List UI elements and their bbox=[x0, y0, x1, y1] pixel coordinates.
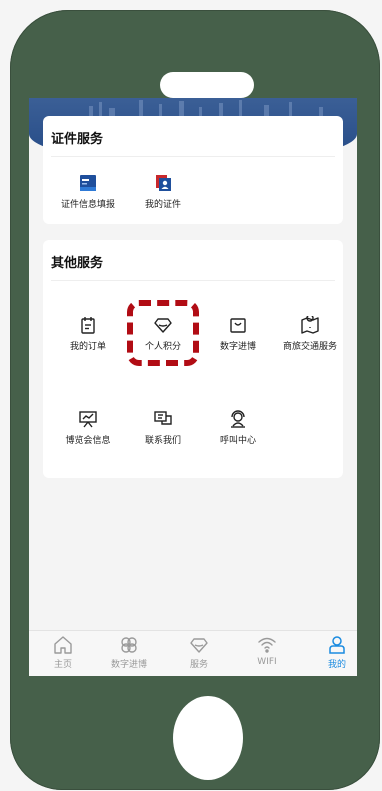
cert-info-entry[interactable]: 证件信息填报 bbox=[53, 174, 123, 210]
call-center-label: 呼叫中心 bbox=[219, 436, 256, 446]
my-certificate-label: 我的证件 bbox=[144, 200, 181, 210]
expo-info-label: 博览会信息 bbox=[65, 436, 111, 446]
tab-wifi[interactable]: WIFI bbox=[239, 635, 295, 667]
my-certificate[interactable]: 我的证件 bbox=[128, 174, 198, 210]
call-center[interactable]: 呼叫中心 bbox=[203, 410, 273, 446]
wifi-icon bbox=[258, 637, 276, 653]
id-card-icon bbox=[80, 175, 96, 191]
tab-services[interactable]: 服务 bbox=[171, 635, 227, 670]
divider bbox=[51, 156, 335, 157]
digital-ciie-label: 数字进博 bbox=[219, 342, 256, 352]
cert-info-entry-label: 证件信息填报 bbox=[60, 200, 115, 210]
user-icon bbox=[329, 636, 345, 654]
business-travel-service[interactable]: 商旅交通服务 bbox=[275, 316, 345, 352]
cert-services-card: 证件服务 证件信息填报 我的证件 bbox=[43, 116, 343, 224]
tab-mine-label: 我的 bbox=[327, 660, 346, 670]
phone-home-button[interactable] bbox=[173, 696, 243, 780]
app-screen: 证件服务 证件信息填报 我的证件 其他服务 我的订单 个人积分 数字进博 商旅交… bbox=[29, 98, 357, 676]
diamond-icon bbox=[190, 638, 208, 653]
my-orders-label: 我的订单 bbox=[69, 342, 106, 352]
tab-services-label: 服务 bbox=[189, 660, 208, 670]
expo-info[interactable]: 博览会信息 bbox=[53, 410, 123, 446]
annotation-highlight-box bbox=[127, 300, 199, 366]
contact-us-label: 联系我们 bbox=[144, 436, 181, 446]
other-services-title: 其他服务 bbox=[51, 256, 104, 271]
home-icon bbox=[54, 636, 72, 654]
phone-speaker bbox=[160, 72, 254, 98]
divider bbox=[51, 280, 335, 281]
cert-services-title: 证件服务 bbox=[51, 132, 104, 147]
tab-digital-ciie[interactable]: 数字进博 bbox=[101, 635, 157, 670]
bottom-tab-bar: 主页 数字进博 服务 WIFI 我的 bbox=[29, 630, 357, 676]
shopping-bag-icon bbox=[230, 318, 246, 333]
chat-icon bbox=[154, 411, 172, 425]
presentation-chart-icon bbox=[79, 411, 97, 428]
skyline-decoration bbox=[89, 100, 323, 118]
business-travel-service-label: 商旅交通服务 bbox=[282, 342, 337, 352]
my-orders[interactable]: 我的订单 bbox=[53, 316, 123, 352]
tab-home[interactable]: 主页 bbox=[35, 635, 91, 670]
contact-us[interactable]: 联系我们 bbox=[128, 410, 198, 446]
badge-icon bbox=[156, 175, 171, 191]
headset-icon bbox=[231, 410, 245, 428]
map-pin-icon bbox=[301, 316, 319, 334]
order-clipboard-icon bbox=[81, 317, 95, 334]
clover-icon bbox=[121, 637, 137, 653]
digital-ciie[interactable]: 数字进博 bbox=[203, 316, 273, 352]
tab-mine[interactable]: 我的 bbox=[309, 635, 357, 670]
tab-wifi-label: WIFI bbox=[257, 657, 277, 667]
tab-home-label: 主页 bbox=[53, 660, 72, 670]
tab-digital-ciie-label: 数字进博 bbox=[110, 660, 147, 670]
